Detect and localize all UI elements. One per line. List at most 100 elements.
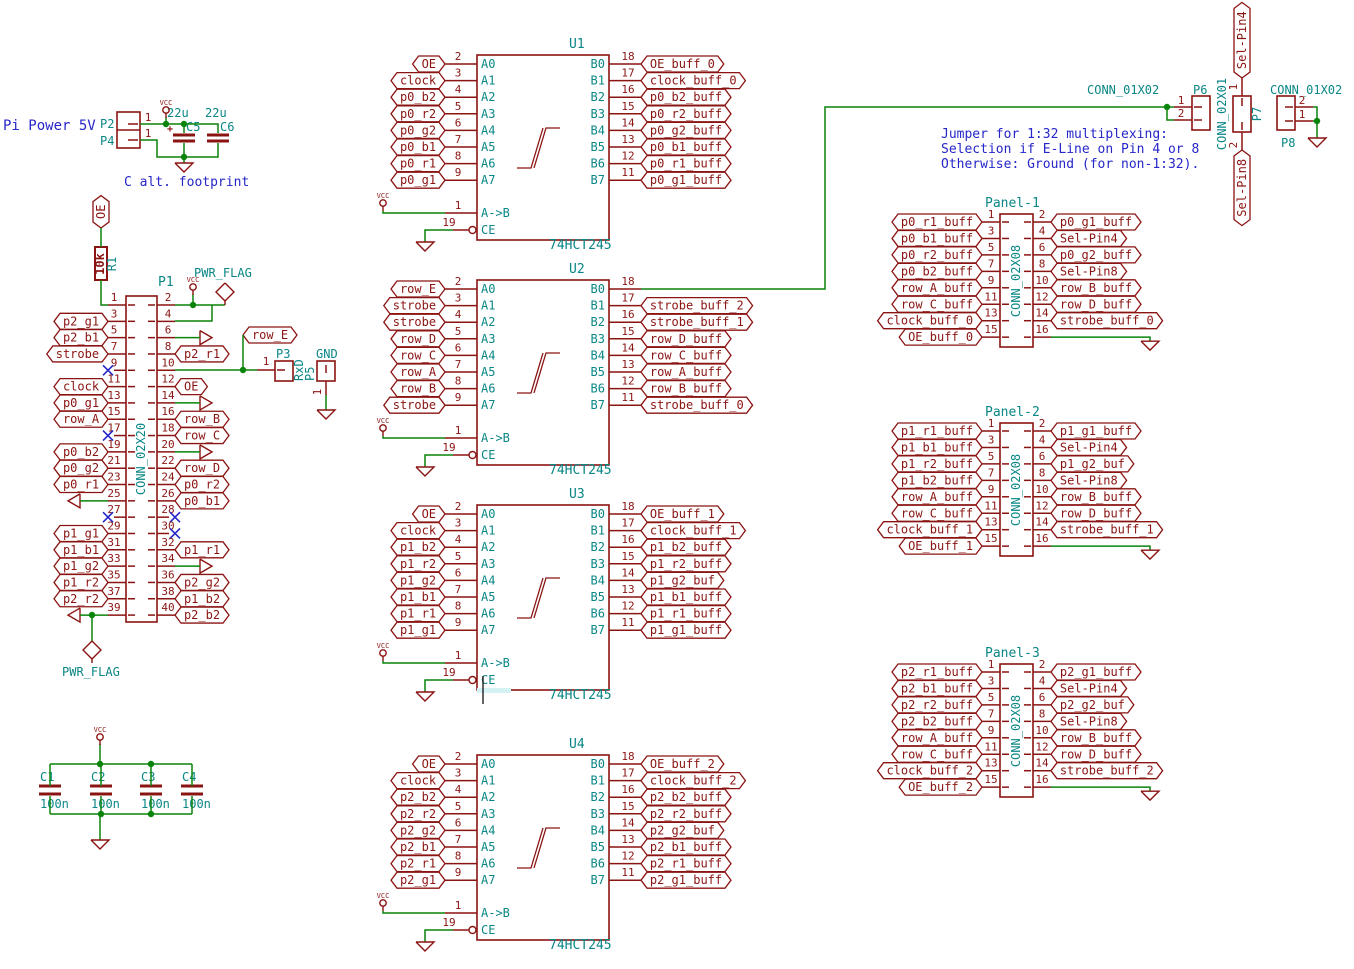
- global-label-p1_g2_buf[interactable]: p1_g2_buf: [641, 572, 724, 588]
- global-label-p1_b1[interactable]: p1_b1: [54, 542, 108, 558]
- global-label-p2_g2_buf[interactable]: p2_g2_buf: [1051, 697, 1134, 713]
- global-label-p1_r1[interactable]: p1_r1: [391, 606, 445, 622]
- global-label-p0_r1_buff[interactable]: p0_r1_buff: [892, 214, 982, 230]
- global-label-p2_g1[interactable]: p2_g1: [391, 872, 445, 888]
- global-label-p0_g1[interactable]: p0_g1: [391, 172, 445, 188]
- global-label-row_D_buff[interactable]: row_D_buff: [1051, 505, 1141, 521]
- global-label-p0_b1_buff[interactable]: p0_b1_buff: [641, 139, 731, 155]
- global-label-OE_buff_0[interactable]: OE_buff_0: [899, 329, 982, 345]
- global-label-p0_b1[interactable]: p0_b1: [175, 493, 229, 509]
- gnd-symbol[interactable]: [1141, 791, 1159, 800]
- global-label-row_B_buff[interactable]: row_B_buff: [1051, 280, 1141, 296]
- global-label-p1_g1_buff[interactable]: p1_g1_buff: [1051, 423, 1141, 439]
- global-label-OE_buff_1[interactable]: OE_buff_1: [641, 506, 724, 522]
- global-label-p2_g1_buff[interactable]: p2_g1_buff: [1051, 664, 1141, 680]
- global-label-OE[interactable]: OE: [413, 756, 445, 772]
- global-label-clock_buff_0[interactable]: clock_buff_0: [878, 313, 982, 329]
- global-label-clock_buff_2[interactable]: clock_buff_2: [878, 763, 982, 779]
- vcc-symbol[interactable]: VCC: [377, 417, 390, 436]
- global-label-p1_r1_buff[interactable]: p1_r1_buff: [892, 423, 982, 439]
- global-label-Sel-Pin4[interactable]: Sel-Pin4: [1051, 680, 1127, 696]
- global-label-p0_r1[interactable]: p0_r1: [54, 477, 108, 493]
- gnd-symbol[interactable]: [175, 163, 193, 172]
- global-label-OE_buff_2[interactable]: OE_buff_2: [899, 779, 982, 795]
- gnd-symbol[interactable]: [91, 840, 109, 849]
- global-label-p1_b2[interactable]: p1_b2: [391, 539, 445, 555]
- global-label-p0_b2_buff[interactable]: p0_b2_buff: [641, 89, 731, 105]
- global-label-p2_g2_buf[interactable]: p2_g2_buf: [641, 822, 724, 838]
- gnd-symbol[interactable]: [416, 467, 434, 476]
- global-label-p1_b1_buff[interactable]: p1_b1_buff: [641, 589, 731, 605]
- global-label-row_D_buff[interactable]: row_D_buff: [1051, 746, 1141, 762]
- global-label-strobe_buff_1[interactable]: strobe_buff_1: [1051, 522, 1163, 538]
- global-label-Sel-Pin4[interactable]: Sel-Pin4: [1234, 2, 1250, 78]
- global-label-strobe[interactable]: strobe: [47, 346, 108, 362]
- global-label-p2_b1[interactable]: p2_b1: [54, 330, 108, 346]
- global-label-clock[interactable]: clock: [391, 773, 445, 789]
- global-label-strobe_buff_2[interactable]: strobe_buff_2: [641, 298, 753, 314]
- connector-p3[interactable]: P31RxDP5: [257, 347, 317, 381]
- vcc-symbol[interactable]: VCC: [377, 892, 390, 911]
- global-label-p0_b2[interactable]: p0_b2: [54, 444, 108, 460]
- global-label-p2_r1_buff[interactable]: p2_r1_buff: [641, 856, 731, 872]
- global-label-p1_b1_buff[interactable]: p1_b1_buff: [892, 439, 982, 455]
- global-label-p1_r2[interactable]: p1_r2: [54, 574, 108, 590]
- vcc-symbol[interactable]: VCC: [377, 642, 390, 661]
- gnd-symbol[interactable]: [416, 242, 434, 251]
- decoupling-caps-group[interactable]: C1100nC2100nC3100nC4100n: [39, 770, 211, 811]
- global-label-clock[interactable]: clock: [54, 379, 108, 395]
- global-label-p1_r1[interactable]: p1_r1: [175, 542, 229, 558]
- global-label-row_C[interactable]: row_C: [175, 428, 229, 444]
- global-label-row_D_buff[interactable]: row_D_buff: [1051, 296, 1141, 312]
- global-label-p1_b2_buff[interactable]: p1_b2_buff: [641, 539, 731, 555]
- global-label-clock[interactable]: clock: [391, 73, 445, 89]
- global-label-p0_b1_buff[interactable]: p0_b1_buff: [892, 230, 982, 246]
- global-label-clock_buff_2[interactable]: clock_buff_2: [641, 773, 745, 789]
- global-label-row_D[interactable]: row_D: [175, 460, 229, 476]
- global-label-row_D_buff[interactable]: row_D_buff: [641, 331, 731, 347]
- global-label-row_C_buff[interactable]: row_C_buff: [892, 746, 982, 762]
- connector-p8[interactable]: CONN_01X02P821: [1270, 83, 1342, 150]
- global-label-row_A_buff[interactable]: row_A_buff: [892, 730, 982, 746]
- global-label-OE[interactable]: OE: [175, 379, 207, 395]
- global-label-p2_g2[interactable]: p2_g2: [175, 574, 229, 590]
- global-label-row_C[interactable]: row_C: [391, 347, 445, 363]
- global-label-Sel-Pin8[interactable]: Sel-Pin8: [1051, 263, 1127, 279]
- pwr-flag-symbol[interactable]: PWR_FLAG: [62, 641, 120, 679]
- global-label-row_A[interactable]: row_A: [54, 411, 108, 427]
- global-label-strobe_buff_1[interactable]: strobe_buff_1: [641, 314, 753, 330]
- global-label-p0_b2_buff[interactable]: p0_b2_buff: [892, 263, 982, 279]
- global-label-p0_r2[interactable]: p0_r2: [391, 106, 445, 122]
- pwr-flag-symbol[interactable]: PWR_FLAG: [194, 266, 252, 305]
- global-label-strobe_buff_0[interactable]: strobe_buff_0: [641, 397, 753, 413]
- global-label-p2_b1[interactable]: p2_b1: [391, 839, 445, 855]
- global-label-p0_g2_buff[interactable]: p0_g2_buff: [641, 122, 731, 138]
- global-label-p0_r2_buff[interactable]: p0_r2_buff: [641, 106, 731, 122]
- connector-panel-2[interactable]: Panel-2CONN_02X0813579111315246810121416: [982, 405, 1051, 556]
- global-label-clock[interactable]: clock: [391, 523, 445, 539]
- global-label-p0_g1_buff[interactable]: p0_g1_buff: [1051, 214, 1141, 230]
- connector-p7[interactable]: 12CONN_02X01P7: [1215, 78, 1264, 150]
- global-label-clock_buff_0[interactable]: clock_buff_0: [641, 73, 745, 89]
- global-label-Sel-Pin4[interactable]: Sel-Pin4: [1051, 230, 1127, 246]
- global-label-p2_b2[interactable]: p2_b2: [391, 789, 445, 805]
- global-label-strobe_buff_2[interactable]: strobe_buff_2: [1051, 763, 1163, 779]
- global-label-strobe[interactable]: strobe: [384, 314, 445, 330]
- gnd-symbol[interactable]: [317, 410, 335, 419]
- connector-panel-1[interactable]: Panel-1CONN_02X0813579111315246810121416: [982, 196, 1051, 347]
- global-label-p0_b2[interactable]: p0_b2: [391, 89, 445, 105]
- global-label-OE_buff_0[interactable]: OE_buff_0: [641, 56, 724, 72]
- vcc-symbol[interactable]: VCC: [377, 192, 390, 211]
- global-label-OE[interactable]: OE: [413, 506, 445, 522]
- global-label-Sel-Pin8[interactable]: Sel-Pin8: [1234, 150, 1250, 226]
- global-label-Sel-Pin8[interactable]: Sel-Pin8: [1051, 472, 1127, 488]
- global-label-row_C_buff[interactable]: row_C_buff: [892, 296, 982, 312]
- global-label-p0_g2_buff[interactable]: p0_g2_buff: [1051, 247, 1141, 263]
- global-label-p0_g1[interactable]: p0_g1: [54, 395, 108, 411]
- global-label-p1_r2_buff[interactable]: p1_r2_buff: [641, 556, 731, 572]
- global-label-p1_g2[interactable]: p1_g2: [391, 572, 445, 588]
- global-label-p1_b1[interactable]: p1_b1: [391, 589, 445, 605]
- global-label-p1_r2_buff[interactable]: p1_r2_buff: [892, 456, 982, 472]
- global-label-p0_b1[interactable]: p0_b1: [391, 139, 445, 155]
- global-label-clock_buff_1[interactable]: clock_buff_1: [641, 523, 745, 539]
